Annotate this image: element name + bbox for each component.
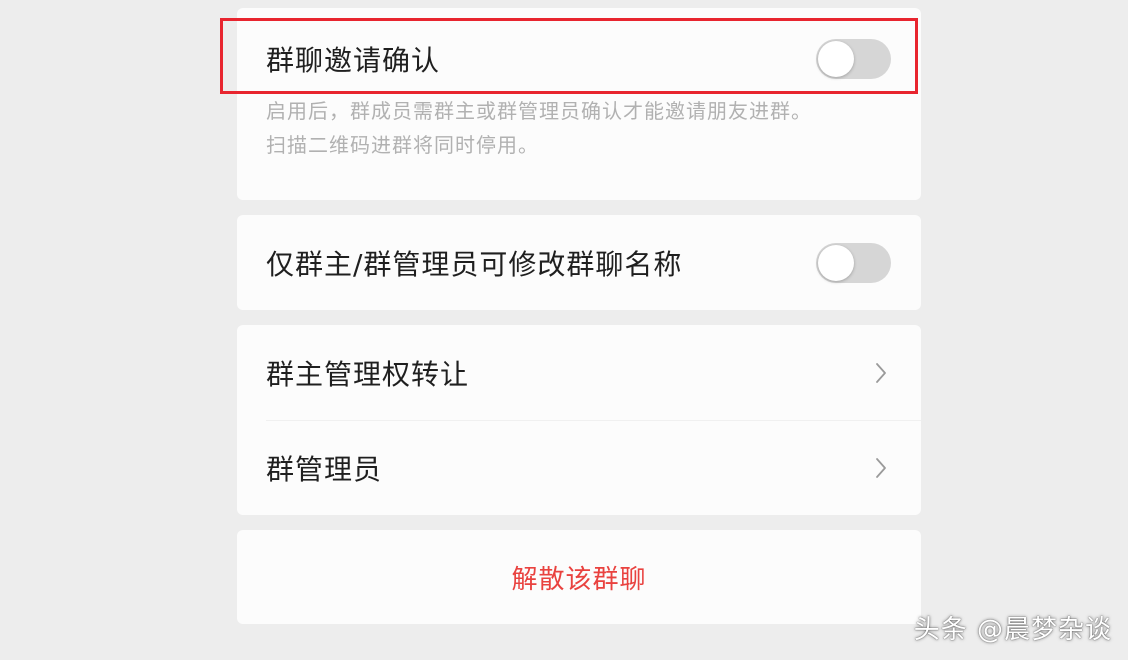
transfer-owner-label: 群主管理权转让 xyxy=(266,357,470,391)
toggle-knob xyxy=(818,41,854,77)
invite-confirm-description: 启用后，群成员需群主或群管理员确认才能邀请朋友进群。 扫描二维码进群将同时停用。 xyxy=(266,94,906,162)
chevron-right-icon xyxy=(876,362,886,383)
invite-confirm-card: 群聊邀请确认 启用后，群成员需群主或群管理员确认才能邀请朋友进群。 扫描二维码进… xyxy=(237,8,921,200)
description-line-2: 扫描二维码进群将同时停用。 xyxy=(266,133,539,157)
invite-confirm-label: 群聊邀请确认 xyxy=(266,44,441,77)
dissolve-label: 解散该群聊 xyxy=(511,564,647,595)
management-card: 群主管理权转让 群管理员 xyxy=(237,325,921,515)
invite-confirm-row[interactable]: 群聊邀请确认 xyxy=(237,16,921,102)
rename-restrict-label: 仅群主/群管理员可修改群聊名称 xyxy=(266,247,683,281)
description-line-1: 启用后，群成员需群主或群管理员确认才能邀请朋友进群。 xyxy=(266,99,812,123)
watermark: 头条 @晨梦杂谈 xyxy=(913,615,1112,645)
rename-restrict-row[interactable]: 仅群主/群管理员可修改群聊名称 xyxy=(237,215,921,310)
chevron-right-icon xyxy=(876,457,886,478)
rename-restrict-toggle[interactable] xyxy=(816,242,891,283)
dissolve-button[interactable]: 解散该群聊 xyxy=(237,530,921,624)
admins-label: 群管理员 xyxy=(266,452,383,486)
admins-row[interactable]: 群管理员 xyxy=(237,420,921,515)
rename-restrict-card: 仅群主/群管理员可修改群聊名称 xyxy=(237,215,921,310)
dissolve-card: 解散该群聊 xyxy=(237,530,921,624)
invite-confirm-toggle[interactable] xyxy=(816,39,891,79)
toggle-knob xyxy=(818,244,854,281)
transfer-owner-row[interactable]: 群主管理权转让 xyxy=(237,325,921,420)
